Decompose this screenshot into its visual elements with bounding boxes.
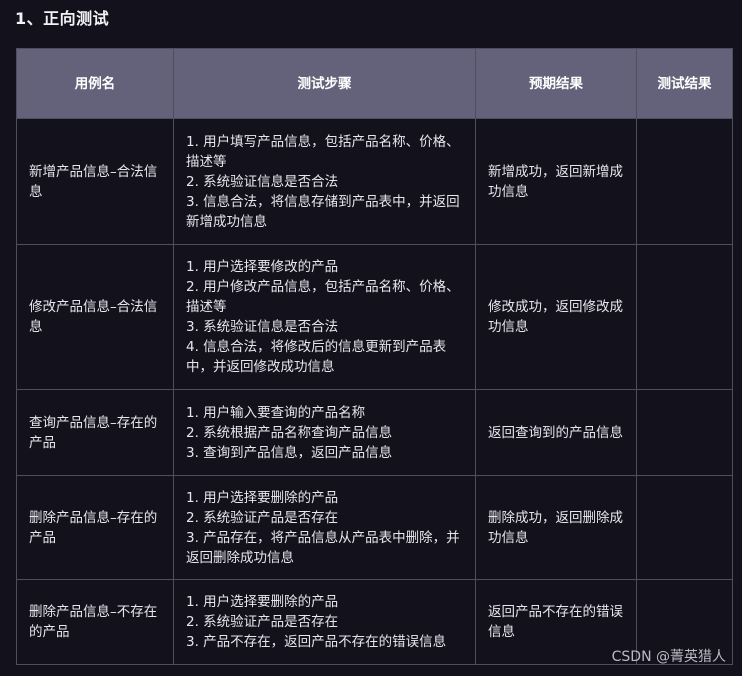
steps-cell: 1. 用户填写产品信息，包括产品名称、价格、描述等 2. 系统验证信息是否合法 … bbox=[173, 118, 476, 245]
case-name-cell: 新增产品信息–合法信息 bbox=[16, 118, 174, 245]
result-cell bbox=[636, 118, 733, 245]
steps-cell: 1. 用户选择要删除的产品 2. 系统验证产品是否存在 3. 产品不存在，返回产… bbox=[173, 579, 476, 665]
step-line: 2. 系统验证产品是否存在 bbox=[186, 509, 339, 526]
watermark: CSDN @菁英猎人 bbox=[611, 649, 726, 665]
step-line: 4. 信息合法，将修改后的信息更新到产品表中，并返回修改成功信息 bbox=[186, 339, 447, 375]
step-line: 2. 用户修改产品信息，包括产品名称、价格、描述等 bbox=[186, 279, 460, 315]
result-cell bbox=[636, 244, 733, 390]
table-body: 新增产品信息–合法信息 1. 用户填写产品信息，包括产品名称、价格、描述等 2.… bbox=[16, 118, 733, 665]
steps-cell: 1. 用户输入要查询的产品名称 2. 系统根据产品名称查询产品信息 3. 查询到… bbox=[173, 389, 476, 476]
table-row: 删除产品信息–存在的产品 1. 用户选择要删除的产品 2. 系统验证产品是否存在… bbox=[16, 475, 733, 580]
step-line: 1. 用户输入要查询的产品名称 bbox=[186, 404, 366, 421]
table-row: 查询产品信息–存在的产品 1. 用户输入要查询的产品名称 2. 系统根据产品名称… bbox=[16, 389, 733, 476]
case-name-cell: 查询产品信息–存在的产品 bbox=[16, 389, 174, 476]
step-line: 1. 用户选择要删除的产品 bbox=[186, 594, 339, 610]
step-line: 1. 用户选择要修改的产品 bbox=[186, 259, 339, 275]
section-title: 1、正向测试 bbox=[15, 9, 110, 28]
header-test-result: 测试结果 bbox=[636, 48, 733, 119]
step-line: 1. 用户选择要删除的产品 bbox=[186, 489, 339, 506]
case-name-cell: 删除产品信息–存在的产品 bbox=[16, 475, 174, 580]
header-test-steps: 测试步骤 bbox=[173, 48, 476, 119]
steps-cell: 1. 用户选择要修改的产品 2. 用户修改产品信息，包括产品名称、价格、描述等 … bbox=[173, 244, 476, 390]
step-line: 2. 系统根据产品名称查询产品信息 bbox=[186, 424, 393, 441]
step-line: 2. 系统验证信息是否合法 bbox=[186, 173, 339, 190]
case-name-cell: 删除产品信息–不存在的产品 bbox=[16, 579, 174, 665]
step-line: 3. 产品不存在，返回产品不存在的错误信息 bbox=[186, 634, 447, 650]
header-row: 用例名 测试步骤 预期结果 测试结果 bbox=[16, 48, 733, 119]
result-cell bbox=[636, 389, 733, 476]
expected-cell: 修改成功，返回修改成功信息 bbox=[475, 244, 637, 390]
header-case-name: 用例名 bbox=[16, 48, 174, 119]
step-line: 2. 系统验证产品是否存在 bbox=[186, 614, 339, 630]
step-line: 1. 用户填写产品信息，包括产品名称、价格、描述等 bbox=[186, 133, 460, 170]
test-case-table: 用例名 测试步骤 预期结果 测试结果 新增产品信息–合法信息 1. 用户填写产品… bbox=[16, 48, 733, 665]
table-row: 修改产品信息–合法信息 1. 用户选择要修改的产品 2. 用户修改产品信息，包括… bbox=[16, 244, 733, 390]
header-expected-result: 预期结果 bbox=[475, 48, 637, 119]
case-name-cell: 修改产品信息–合法信息 bbox=[16, 244, 174, 390]
step-line: 3. 产品存在，将产品信息从产品表中删除，并返回删除成功信息 bbox=[186, 529, 460, 566]
result-cell bbox=[636, 475, 733, 580]
steps-cell: 1. 用户选择要删除的产品 2. 系统验证产品是否存在 3. 产品存在，将产品信… bbox=[173, 475, 476, 580]
expected-cell: 新增成功，返回新增成功信息 bbox=[475, 118, 637, 245]
table-header: 用例名 测试步骤 预期结果 测试结果 bbox=[16, 48, 733, 119]
document-page: 1、正向测试 用例名 测试步骤 预期结果 测试结果 新增产品信息–合法信息 1.… bbox=[0, 0, 742, 676]
step-line: 3. 系统验证信息是否合法 bbox=[186, 319, 339, 335]
step-line: 3. 信息合法，将信息存储到产品表中，并返回新增成功信息 bbox=[186, 193, 460, 230]
table-row: 新增产品信息–合法信息 1. 用户填写产品信息，包括产品名称、价格、描述等 2.… bbox=[16, 118, 733, 245]
expected-cell: 返回查询到的产品信息 bbox=[475, 389, 637, 476]
step-line: 3. 查询到产品信息，返回产品信息 bbox=[186, 444, 393, 461]
expected-cell: 删除成功，返回删除成功信息 bbox=[475, 475, 637, 580]
